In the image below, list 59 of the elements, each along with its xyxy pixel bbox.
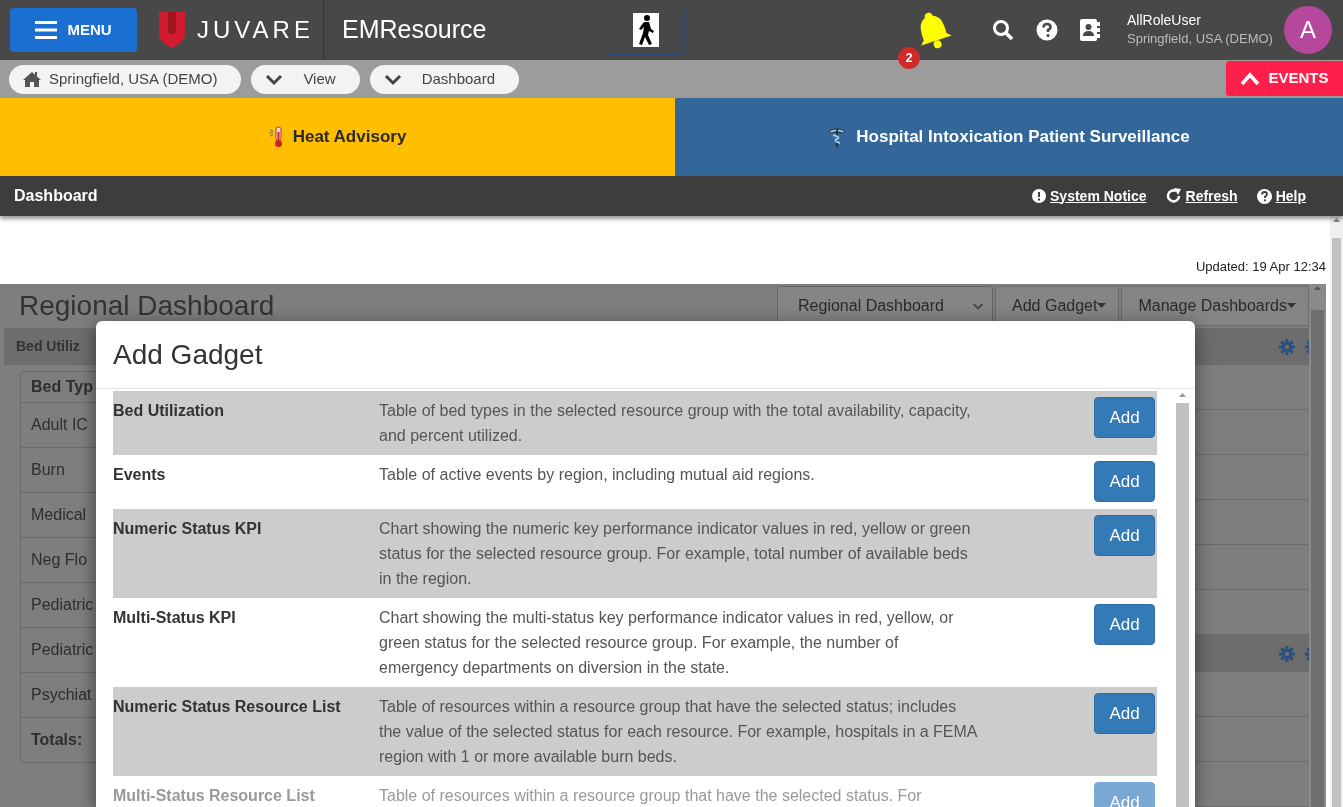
gadget-name: Bed Utilization xyxy=(113,401,226,421)
page-scrollbar[interactable] xyxy=(1330,216,1343,807)
panel-title: Bed Utiliz xyxy=(16,337,80,356)
gadget-description: Table of resources within a resource group that have the selected status. For xyxy=(379,786,923,806)
chevron-down-icon xyxy=(972,301,985,311)
table-header: Bed Typ xyxy=(30,377,94,397)
dashboard-dropdown-button[interactable]: Manage Dashboards xyxy=(1121,286,1309,326)
inner-scrollbar[interactable] xyxy=(1309,284,1326,807)
gear-icon[interactable] xyxy=(1279,338,1295,355)
home-icon xyxy=(23,71,41,87)
info-icon xyxy=(1032,189,1047,203)
scroll-up-icon[interactable] xyxy=(1177,391,1187,399)
event-banner[interactable]: Heat Advisory xyxy=(0,98,675,176)
caret-down-icon xyxy=(1097,303,1107,309)
contacts-book-icon[interactable] xyxy=(1078,19,1100,41)
gadget-name: Multi-Status Resource List xyxy=(113,786,316,806)
thermometer-icon xyxy=(268,126,283,148)
menu-icon xyxy=(35,21,58,39)
caduceus-icon xyxy=(828,126,847,148)
breadcrumb-pill[interactable]: Dashboard xyxy=(369,64,520,94)
gadget-name: Numeric Status KPI xyxy=(113,519,263,539)
gadget-name: Events xyxy=(113,465,167,485)
breadcrumb-pill[interactable]: View xyxy=(251,64,360,94)
gadget-name: Multi-Status KPI xyxy=(113,608,237,628)
notification-count-badge: 2 xyxy=(898,47,920,69)
refresh-icon xyxy=(1165,188,1182,204)
add-button[interactable]: Add xyxy=(1094,515,1155,556)
help-icon xyxy=(1256,188,1272,204)
event-banner[interactable]: Hospital Intoxication Patient Surveillance xyxy=(675,98,1343,176)
toolbar-link[interactable]: Refresh xyxy=(1165,185,1238,207)
gadget-name: Numeric Status Resource List xyxy=(113,697,342,717)
logo-text: JUVARE xyxy=(197,15,314,45)
chevron-up-icon xyxy=(1240,71,1261,86)
add-button[interactable]: Add xyxy=(1094,397,1155,438)
help-icon[interactable] xyxy=(1036,19,1058,41)
toolbar-link[interactable]: System Notice xyxy=(1032,185,1147,207)
breadcrumb-pill[interactable]: Springfield, USA (DEMO) xyxy=(9,64,242,94)
add-button[interactable]: Add xyxy=(1094,461,1155,502)
modal-scrollbar[interactable] xyxy=(1174,391,1190,807)
page-title: Dashboard xyxy=(14,186,98,206)
gear-icon[interactable] xyxy=(1279,645,1295,662)
scroll-up-icon[interactable] xyxy=(1313,284,1322,292)
updated-time: Updated: 19 Apr 12:34 xyxy=(1195,257,1326,276)
events-button[interactable]: EVENTS xyxy=(1226,61,1343,96)
modal-title: Add Gadget xyxy=(96,321,1195,389)
shield-logo-icon xyxy=(159,12,185,48)
search-icon[interactable] xyxy=(992,19,1014,41)
app-name: EMResource xyxy=(342,14,488,46)
dashboard-title: Regional Dashboard xyxy=(19,289,275,323)
caret-down-icon xyxy=(1287,303,1296,309)
accessibility-button[interactable] xyxy=(607,5,685,55)
user-avatar[interactable]: A xyxy=(1283,6,1332,54)
menu-button[interactable]: MENU xyxy=(10,8,137,52)
add-button[interactable]: Add xyxy=(1094,604,1155,645)
toolbar-link[interactable]: Help xyxy=(1256,185,1306,207)
add-button[interactable]: Add xyxy=(1094,693,1155,734)
walking-person-icon xyxy=(633,13,659,47)
user-name: AllRoleUser xyxy=(1127,11,1202,29)
user-location: Springfield, USA (DEMO) xyxy=(1127,30,1273,48)
